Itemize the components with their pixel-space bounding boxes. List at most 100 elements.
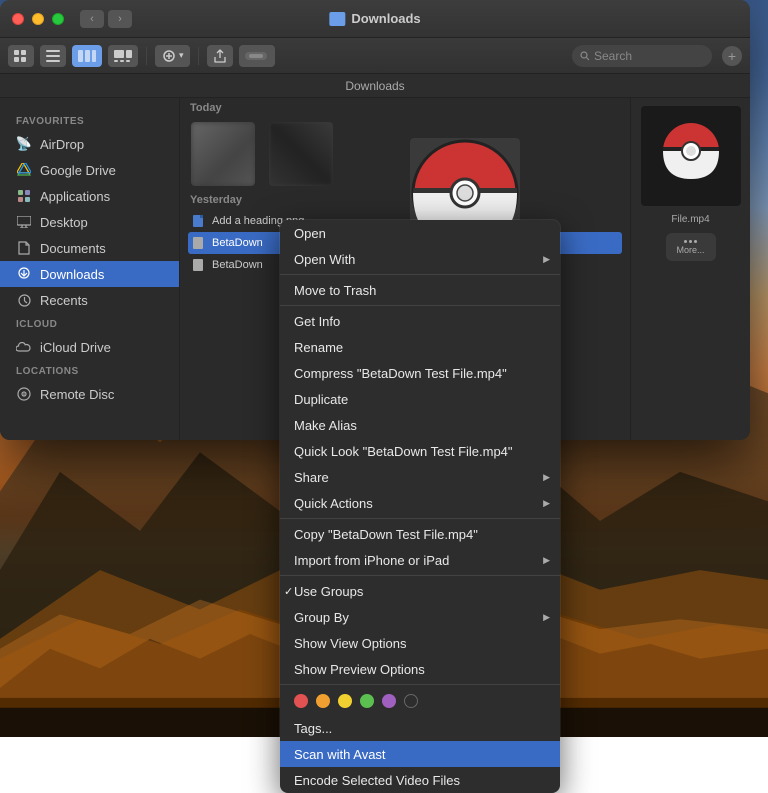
menu-item-use-groups[interactable]: Use Groups bbox=[280, 578, 560, 604]
maximize-button[interactable] bbox=[52, 13, 64, 25]
search-icon bbox=[580, 51, 590, 61]
toolbar-divider bbox=[146, 47, 147, 65]
list-item[interactable] bbox=[266, 122, 336, 186]
menu-item-copy[interactable]: Copy "BetaDown Test File.mp4" bbox=[280, 521, 560, 547]
preview-filename: File.mp4 bbox=[671, 214, 709, 225]
tags-icon bbox=[245, 51, 269, 61]
menu-divider-3 bbox=[280, 518, 560, 519]
google-drive-label: Google Drive bbox=[40, 163, 116, 178]
recents-icon bbox=[16, 292, 32, 308]
tag-red[interactable] bbox=[294, 694, 308, 708]
sort-button[interactable]: ▾ bbox=[155, 45, 190, 67]
menu-item-move-trash[interactable]: Move to Trash bbox=[280, 277, 560, 303]
share-button[interactable] bbox=[207, 45, 233, 67]
icloud-icon bbox=[16, 339, 32, 355]
menu-item-show-preview[interactable]: Show Preview Options bbox=[280, 656, 560, 682]
desktop-label: Desktop bbox=[40, 215, 88, 230]
list-item[interactable] bbox=[188, 122, 258, 186]
menu-item-encode-video[interactable]: Encode Selected Video Files bbox=[280, 767, 560, 793]
documents-icon bbox=[16, 240, 32, 256]
menu-item-scan-avast[interactable]: Scan with Avast bbox=[280, 741, 560, 767]
preview-svg bbox=[641, 116, 741, 196]
menu-divider-2 bbox=[280, 305, 560, 306]
file-icon2 bbox=[192, 258, 206, 272]
recents-label: Recents bbox=[40, 293, 88, 308]
back-button[interactable]: ‹ bbox=[80, 10, 104, 28]
tag-purple[interactable] bbox=[382, 694, 396, 708]
menu-item-quick-look[interactable]: Quick Look "BetaDown Test File.mp4" bbox=[280, 438, 560, 464]
close-button[interactable] bbox=[12, 13, 24, 25]
dot3 bbox=[694, 240, 697, 243]
more-dots bbox=[684, 240, 697, 243]
icloud-label: iCloud bbox=[0, 313, 179, 334]
preview-panel: File.mp4 More... bbox=[630, 98, 750, 440]
list-view-button[interactable] bbox=[40, 45, 66, 67]
menu-item-show-view[interactable]: Show View Options bbox=[280, 630, 560, 656]
yesterday-header: Yesterday bbox=[180, 190, 630, 210]
applications-icon bbox=[16, 188, 32, 204]
file-thumbnail bbox=[191, 122, 255, 186]
sidebar-item-airdrop[interactable]: 📡 AirDrop bbox=[0, 131, 179, 157]
traffic-lights bbox=[12, 13, 64, 25]
grid-icon bbox=[14, 50, 28, 62]
downloads-label: Downloads bbox=[40, 267, 104, 282]
sidebar-item-google-drive[interactable]: Google Drive bbox=[0, 157, 179, 183]
menu-item-make-alias[interactable]: Make Alias bbox=[280, 412, 560, 438]
sidebar-item-icloud-drive[interactable]: iCloud Drive bbox=[0, 334, 179, 360]
window-title: Downloads bbox=[329, 11, 420, 26]
tags-row bbox=[280, 687, 560, 715]
menu-divider-1 bbox=[280, 274, 560, 275]
tags-toolbar-button[interactable] bbox=[239, 45, 275, 67]
toolbar-divider2 bbox=[198, 47, 199, 65]
more-button[interactable]: More... bbox=[666, 233, 716, 261]
sidebar-item-applications[interactable]: Applications bbox=[0, 183, 179, 209]
sidebar-item-desktop[interactable]: Desktop bbox=[0, 209, 179, 235]
menu-item-duplicate[interactable]: Duplicate bbox=[280, 386, 560, 412]
tag-orange[interactable] bbox=[316, 694, 330, 708]
toolbar: ▾ Search + bbox=[0, 38, 750, 74]
menu-item-open[interactable]: Open bbox=[280, 220, 560, 246]
sidebar-item-recents[interactable]: Recents bbox=[0, 287, 179, 313]
menu-item-group-by[interactable]: Group By bbox=[280, 604, 560, 630]
gallery-view-button[interactable] bbox=[108, 45, 138, 67]
dot2 bbox=[689, 240, 692, 243]
downloads-icon bbox=[16, 266, 32, 282]
menu-item-quick-actions[interactable]: Quick Actions bbox=[280, 490, 560, 516]
menu-item-import[interactable]: Import from iPhone or iPad bbox=[280, 547, 560, 573]
sidebar-item-remote-disc[interactable]: Remote Disc bbox=[0, 381, 179, 407]
sort-icon bbox=[161, 50, 177, 62]
icon-view-button[interactable] bbox=[8, 45, 34, 67]
file-thumbnail bbox=[269, 122, 333, 186]
menu-item-share[interactable]: Share bbox=[280, 464, 560, 490]
menu-item-get-info[interactable]: Get Info bbox=[280, 308, 560, 334]
more-label: More... bbox=[676, 245, 704, 255]
file-icon bbox=[192, 236, 206, 250]
title-bar: ‹ › Downloads bbox=[0, 0, 750, 38]
forward-button[interactable]: › bbox=[108, 10, 132, 28]
context-menu: Open Open With Move to Trash Get Info Re… bbox=[280, 220, 560, 793]
today-files bbox=[180, 118, 630, 190]
column-view-button[interactable] bbox=[72, 45, 102, 67]
downloads-bar-title: Downloads bbox=[345, 79, 404, 93]
documents-label: Documents bbox=[40, 241, 106, 256]
minimize-button[interactable] bbox=[32, 13, 44, 25]
menu-item-rename[interactable]: Rename bbox=[280, 334, 560, 360]
search-box[interactable]: Search bbox=[572, 45, 712, 67]
tag-green[interactable] bbox=[360, 694, 374, 708]
tag-none[interactable] bbox=[404, 694, 418, 708]
gallery-icon bbox=[114, 50, 132, 62]
menu-item-tags[interactable]: Tags... bbox=[280, 715, 560, 741]
airdrop-icon: 📡 bbox=[16, 136, 32, 152]
sidebar-item-documents[interactable]: Documents bbox=[0, 235, 179, 261]
sidebar: Favourites 📡 AirDrop Google Drive Applic… bbox=[0, 98, 180, 440]
add-button[interactable]: + bbox=[722, 46, 742, 66]
today-header: Today bbox=[180, 98, 630, 118]
columns-icon bbox=[78, 50, 96, 62]
sidebar-item-downloads[interactable]: Downloads bbox=[0, 261, 179, 287]
menu-item-open-with[interactable]: Open With bbox=[280, 246, 560, 272]
share-icon bbox=[213, 49, 227, 63]
menu-divider-4 bbox=[280, 575, 560, 576]
menu-item-compress[interactable]: Compress "BetaDown Test File.mp4" bbox=[280, 360, 560, 386]
tag-yellow[interactable] bbox=[338, 694, 352, 708]
folder-icon bbox=[329, 12, 345, 26]
